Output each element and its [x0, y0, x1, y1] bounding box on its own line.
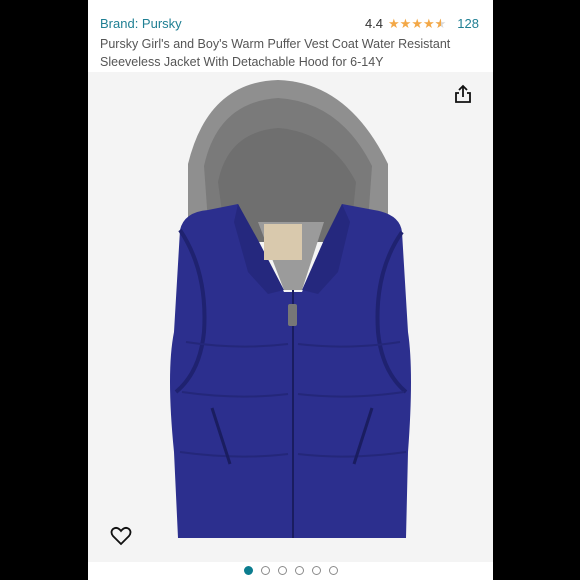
image-pagination	[88, 566, 493, 575]
product-image	[88, 72, 493, 562]
star-icon: ★	[399, 16, 412, 31]
wishlist-button[interactable]	[110, 526, 134, 550]
brand-link[interactable]: Brand: Pursky	[100, 16, 182, 31]
share-icon	[455, 84, 471, 103]
star-icon: ★	[411, 16, 423, 31]
product-title: Pursky Girl's and Boy's Warm Puffer Vest…	[100, 37, 451, 69]
rating-count-link[interactable]: 128	[457, 16, 479, 31]
page-dot-active[interactable]	[243, 566, 253, 575]
star-icon: ★	[388, 16, 400, 31]
product-card: Brand: Pursky 4.4 ★ ★ ★ ★ ★ 128 Pursky G…	[88, 0, 493, 580]
rating[interactable]: 4.4 ★ ★ ★ ★ ★ 128	[365, 16, 479, 31]
star-icon: ★	[422, 16, 435, 31]
share-button[interactable]	[451, 82, 475, 106]
product-image-gallery[interactable]	[88, 72, 493, 562]
heart-icon	[110, 526, 132, 546]
page-dot[interactable]	[294, 566, 304, 575]
star-half-icon: ★	[435, 17, 447, 30]
page-dot[interactable]	[311, 566, 321, 575]
rating-value: 4.4	[364, 16, 384, 31]
rating-stars: ★ ★ ★ ★ ★	[388, 17, 446, 30]
page-dot[interactable]	[277, 566, 287, 575]
page-dot[interactable]	[260, 566, 270, 575]
page-dot[interactable]	[328, 566, 338, 575]
